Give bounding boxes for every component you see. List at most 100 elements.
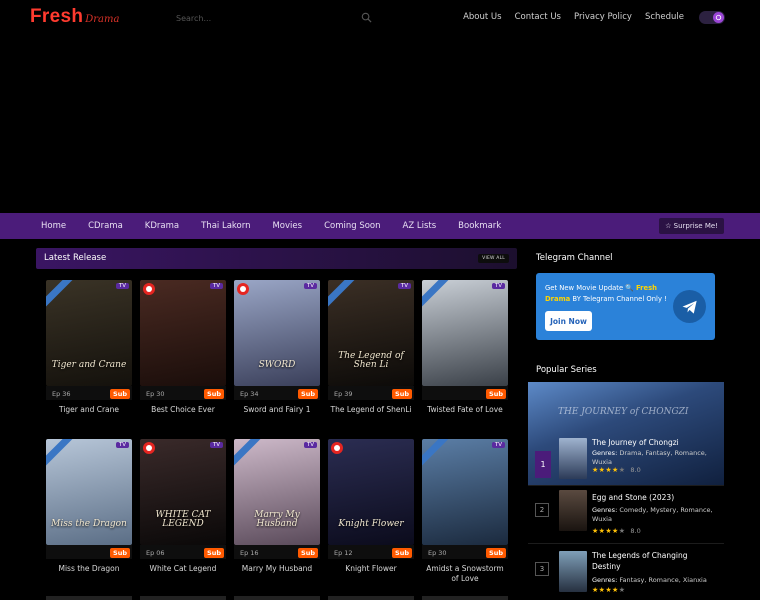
card-row3-1[interactable] xyxy=(46,596,132,600)
tv-badge: TV xyxy=(491,442,505,448)
drama-title[interactable]: Sword and Fairy 1 xyxy=(234,405,320,415)
drama-poster[interactable]: WHITE CAT LEGEND TV xyxy=(140,439,226,545)
popular-thumb-1[interactable] xyxy=(559,438,587,479)
latest-release-header: Latest Release VIEW ALL xyxy=(36,248,517,269)
drama-card[interactable]: Knight Flower Ep 12 Sub Knight Flower xyxy=(328,439,414,584)
poster-image xyxy=(46,439,132,545)
episode-label: Ep 30 xyxy=(428,549,447,557)
card-row3-2[interactable] xyxy=(140,596,226,600)
poster-art-text: WHITE CAT LEGEND xyxy=(155,510,211,529)
nav-home[interactable]: Home xyxy=(41,221,66,231)
drama-title[interactable]: White Cat Legend xyxy=(140,564,226,574)
card-row3-3[interactable] xyxy=(234,596,320,600)
drama-title[interactable]: Twisted Fate of Love xyxy=(422,405,508,415)
card-row3-4[interactable] xyxy=(328,596,414,600)
nav-thai-lakorn[interactable]: Thai Lakorn xyxy=(201,221,250,231)
drama-poster[interactable]: Miss the Dragon TV xyxy=(46,439,132,545)
drama-card[interactable]: WHITE CAT LEGEND TV Ep 06 Sub White Cat Lege… xyxy=(140,439,226,584)
drama-card[interactable]: Tiger and Crane TV Ep 36 Sub Tiger and Crane xyxy=(46,280,132,425)
drama-poster[interactable]: Tiger and Crane TV xyxy=(46,280,132,386)
tv-badge: TV xyxy=(491,283,505,289)
card-info-strip: Ep 39 Sub xyxy=(328,386,414,400)
card-info-strip: Ep 36 Sub xyxy=(46,386,132,400)
sub-badge: Sub xyxy=(392,548,412,558)
sub-badge: Sub xyxy=(110,548,130,558)
genres-label: Genres: xyxy=(592,576,618,584)
drama-title[interactable]: Best Choice Ever xyxy=(140,405,226,415)
tv-badge: TV xyxy=(303,442,317,448)
theme-toggle[interactable] xyxy=(699,11,725,24)
latest-release-title: Latest Release xyxy=(44,253,107,263)
drama-title[interactable]: Amidst a Snowstorm of Love xyxy=(422,564,508,584)
popular-title-3[interactable]: The Legends of Changing Destiny xyxy=(592,550,717,573)
stars-off-1: ★ xyxy=(618,466,626,474)
popular-rating-1: ★★★★★ 8.0 xyxy=(592,466,641,474)
card-row3-5[interactable] xyxy=(422,596,508,600)
drama-card[interactable]: TV Ep 30 Sub Best Choice Ever xyxy=(140,280,226,425)
drama-card[interactable]: Miss the Dragon TV Sub Miss the Dragon xyxy=(46,439,132,584)
logo-main-text: Fresh xyxy=(30,6,84,27)
drama-poster[interactable]: The Legend of Shen Li TV xyxy=(328,280,414,386)
telegram-plane-icon[interactable] xyxy=(673,290,706,323)
drama-title[interactable]: Knight Flower xyxy=(328,564,414,574)
poster-image xyxy=(140,439,226,545)
drama-title[interactable]: Tiger and Crane xyxy=(46,405,132,415)
network-logo-icon xyxy=(143,283,155,295)
nav-cdrama[interactable]: CDrama xyxy=(88,221,123,231)
drama-card[interactable]: Marry My Husband TV Ep 16 Sub Marry My Husba… xyxy=(234,439,320,584)
drama-card[interactable]: TV Sub Twisted Fate of Love xyxy=(422,280,508,425)
card-info-strip: Ep 12 Sub xyxy=(328,545,414,559)
drama-title[interactable]: Miss the Dragon xyxy=(46,564,132,574)
site-logo[interactable]: Fresh Drama xyxy=(30,6,119,28)
drama-poster[interactable]: TV xyxy=(140,280,226,386)
episode-label: Ep 06 xyxy=(146,549,165,557)
episode-label: Ep 30 xyxy=(146,390,165,398)
genres-value: Fantasy, Romance, Xianxia xyxy=(619,576,707,584)
telegram-text: Get New Movie Update 🔍 Fresh Drama BY Te… xyxy=(545,283,675,304)
view-all-button[interactable]: VIEW ALL xyxy=(478,254,509,263)
drama-poster[interactable]: TV xyxy=(422,439,508,545)
nav-contact-us[interactable]: Contact Us xyxy=(515,12,561,22)
surprise-me-button[interactable]: ☆ Surprise Me! xyxy=(659,218,724,234)
nav-az-lists[interactable]: AZ Lists xyxy=(403,221,437,231)
sub-badge: Sub xyxy=(298,548,318,558)
sub-badge: Sub xyxy=(392,389,412,399)
join-now-button[interactable]: Join Now xyxy=(545,311,592,331)
poster-image xyxy=(328,280,414,386)
drama-poster[interactable]: TV xyxy=(422,280,508,386)
card-info-strip: Ep 30 Sub xyxy=(422,545,508,559)
search-input[interactable] xyxy=(168,13,348,23)
popular-score-2: 8.0 xyxy=(630,527,641,535)
popular-thumb-2[interactable] xyxy=(559,490,587,531)
drama-poster[interactable]: SWORD TV xyxy=(234,280,320,386)
drama-poster[interactable]: Knight Flower xyxy=(328,439,414,545)
search-icon[interactable] xyxy=(361,12,372,23)
nav-movies[interactable]: Movies xyxy=(272,221,302,231)
drama-card[interactable]: TV Ep 30 Sub Amidst a Snowstorm of Love xyxy=(422,439,508,584)
drama-card[interactable]: The Legend of Shen Li TV Ep 39 Sub The Legen… xyxy=(328,280,414,425)
search-bar xyxy=(168,8,378,28)
nav-bookmark[interactable]: Bookmark xyxy=(458,221,501,231)
poster-image xyxy=(422,439,508,545)
telegram-text-prefix: Get New Movie Update 🔍 xyxy=(545,284,634,292)
nav-coming-soon[interactable]: Coming Soon xyxy=(324,221,380,231)
drama-title[interactable]: Marry My Husband xyxy=(234,564,320,574)
poster-art-text: SWORD xyxy=(258,360,296,370)
telegram-section-title: Telegram Channel xyxy=(536,253,613,263)
sub-badge: Sub xyxy=(110,389,130,399)
poster-image xyxy=(422,280,508,386)
nav-schedule[interactable]: Schedule xyxy=(645,12,684,22)
nav-privacy-policy[interactable]: Privacy Policy xyxy=(574,12,632,22)
drama-poster[interactable]: Marry My Husband TV xyxy=(234,439,320,545)
moon-icon xyxy=(713,12,724,23)
popular-thumb-3[interactable] xyxy=(559,551,587,592)
nav-kdrama[interactable]: KDrama xyxy=(145,221,179,231)
genres-label: Genres: xyxy=(592,449,618,457)
feature-banner-art-text: THE JOURNEY of CHONGZI xyxy=(558,407,689,417)
poster-image xyxy=(328,439,414,545)
popular-title-2[interactable]: Egg and Stone (2023) xyxy=(592,492,674,503)
drama-title[interactable]: The Legend of ShenLi xyxy=(328,405,414,415)
popular-title-1[interactable]: The Journey of Chongzi xyxy=(592,437,679,448)
drama-card[interactable]: SWORD TV Ep 34 Sub Sword and Fairy 1 xyxy=(234,280,320,425)
nav-about-us[interactable]: About Us xyxy=(463,12,501,22)
